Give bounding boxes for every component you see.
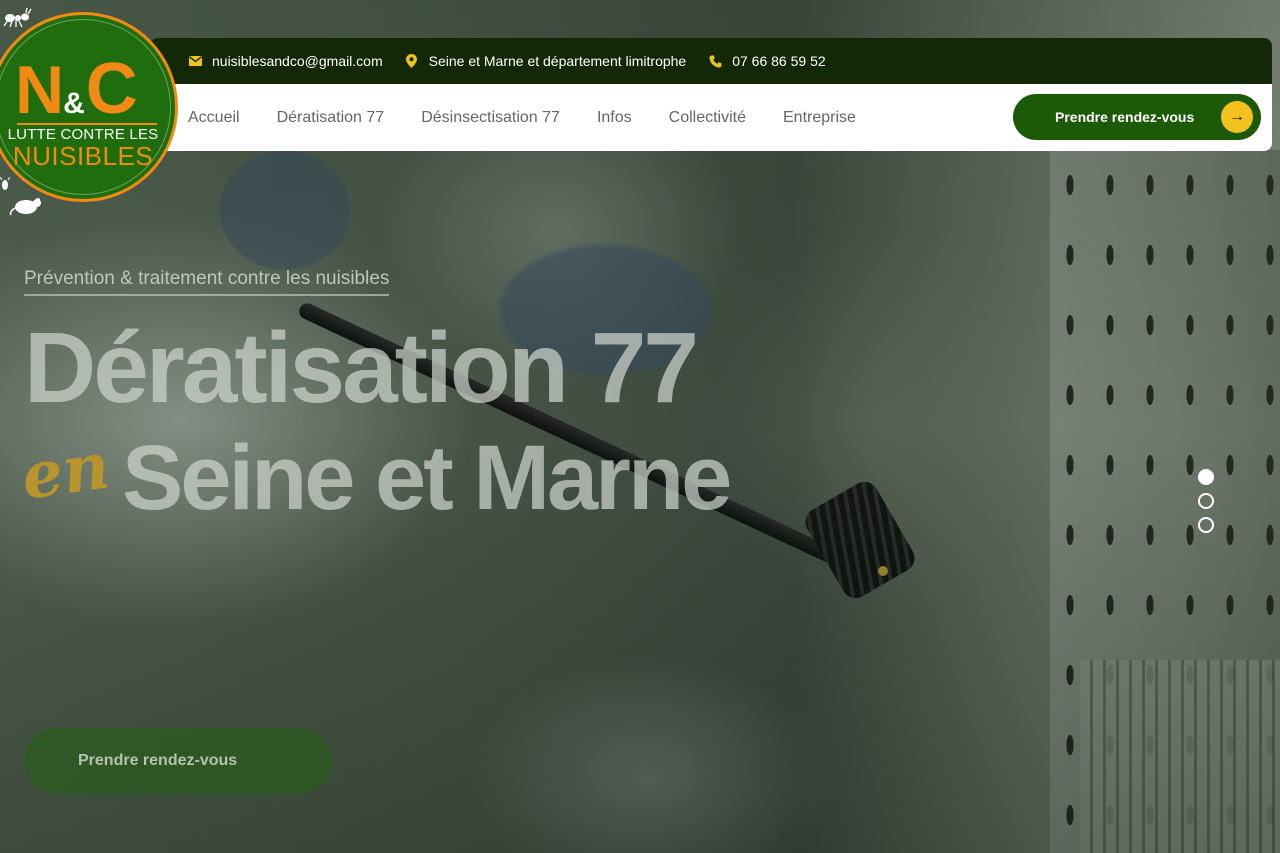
contact-location-text: Seine et Marne et département limitrophe [428, 53, 687, 69]
nav-item-deratisation[interactable]: Dératisation 77 [277, 109, 385, 127]
insect-icon [0, 176, 11, 195]
map-pin-icon [405, 54, 419, 68]
ant-icon [2, 7, 32, 32]
slider-dot-3[interactable] [1198, 517, 1214, 533]
logo-letter-c: C [85, 49, 138, 129]
slider-dot-1[interactable] [1198, 469, 1214, 485]
logo-monogram: N & C [15, 53, 138, 125]
main-navbar: Accueil Dératisation 77 Désinsectisation… [150, 84, 1272, 151]
phone-icon [708, 54, 722, 68]
hero-title-line2: Seine et Marne [122, 427, 732, 529]
hero-appointment-label: Prendre rendez-vous [78, 752, 238, 769]
logo-ampersand: & [63, 87, 85, 120]
hero-script-word: en [17, 428, 114, 515]
header-appointment-label: Prendre rendez-vous [1055, 109, 1195, 125]
logo-divider [17, 123, 157, 125]
slider-dot-2[interactable] [1198, 493, 1214, 509]
logo-letter-n: N [15, 52, 64, 128]
nav-item-accueil[interactable]: Accueil [188, 109, 240, 127]
page: nuisiblesandco@gmail.com Seine et Marne … [0, 0, 1280, 853]
contact-location: Seine et Marne et département limitrophe [405, 53, 687, 69]
nav-item-collectivite[interactable]: Collectivité [669, 109, 746, 127]
contact-phone[interactable]: 07 66 86 59 52 [708, 53, 826, 69]
contact-email-text: nuisiblesandco@gmail.com [212, 53, 383, 69]
rat-icon [8, 196, 44, 220]
header-appointment-button[interactable]: Prendre rendez-vous → [1013, 94, 1261, 140]
arrow-right-icon: → [1221, 101, 1253, 133]
hero-appointment-button[interactable]: Prendre rendez-vous [24, 728, 332, 794]
slider-pagination [1198, 469, 1214, 533]
nav-menu: Accueil Dératisation 77 Désinsectisation… [188, 109, 856, 127]
nav-item-desinsectisation[interactable]: Désinsectisation 77 [421, 109, 560, 127]
nav-item-entreprise[interactable]: Entreprise [783, 109, 856, 127]
contact-phone-text: 07 66 86 59 52 [732, 53, 826, 69]
envelope-icon [188, 54, 202, 68]
hero-eyebrow: Prévention & traitement contre les nuisi… [24, 268, 390, 296]
hero-title-line1: Dératisation 77 [24, 312, 699, 424]
nav-item-infos[interactable]: Infos [597, 109, 632, 127]
contact-topbar: nuisiblesandco@gmail.com Seine et Marne … [150, 38, 1272, 84]
logo-wordmark: NUISIBLES [12, 141, 154, 171]
contact-email[interactable]: nuisiblesandco@gmail.com [188, 53, 383, 69]
